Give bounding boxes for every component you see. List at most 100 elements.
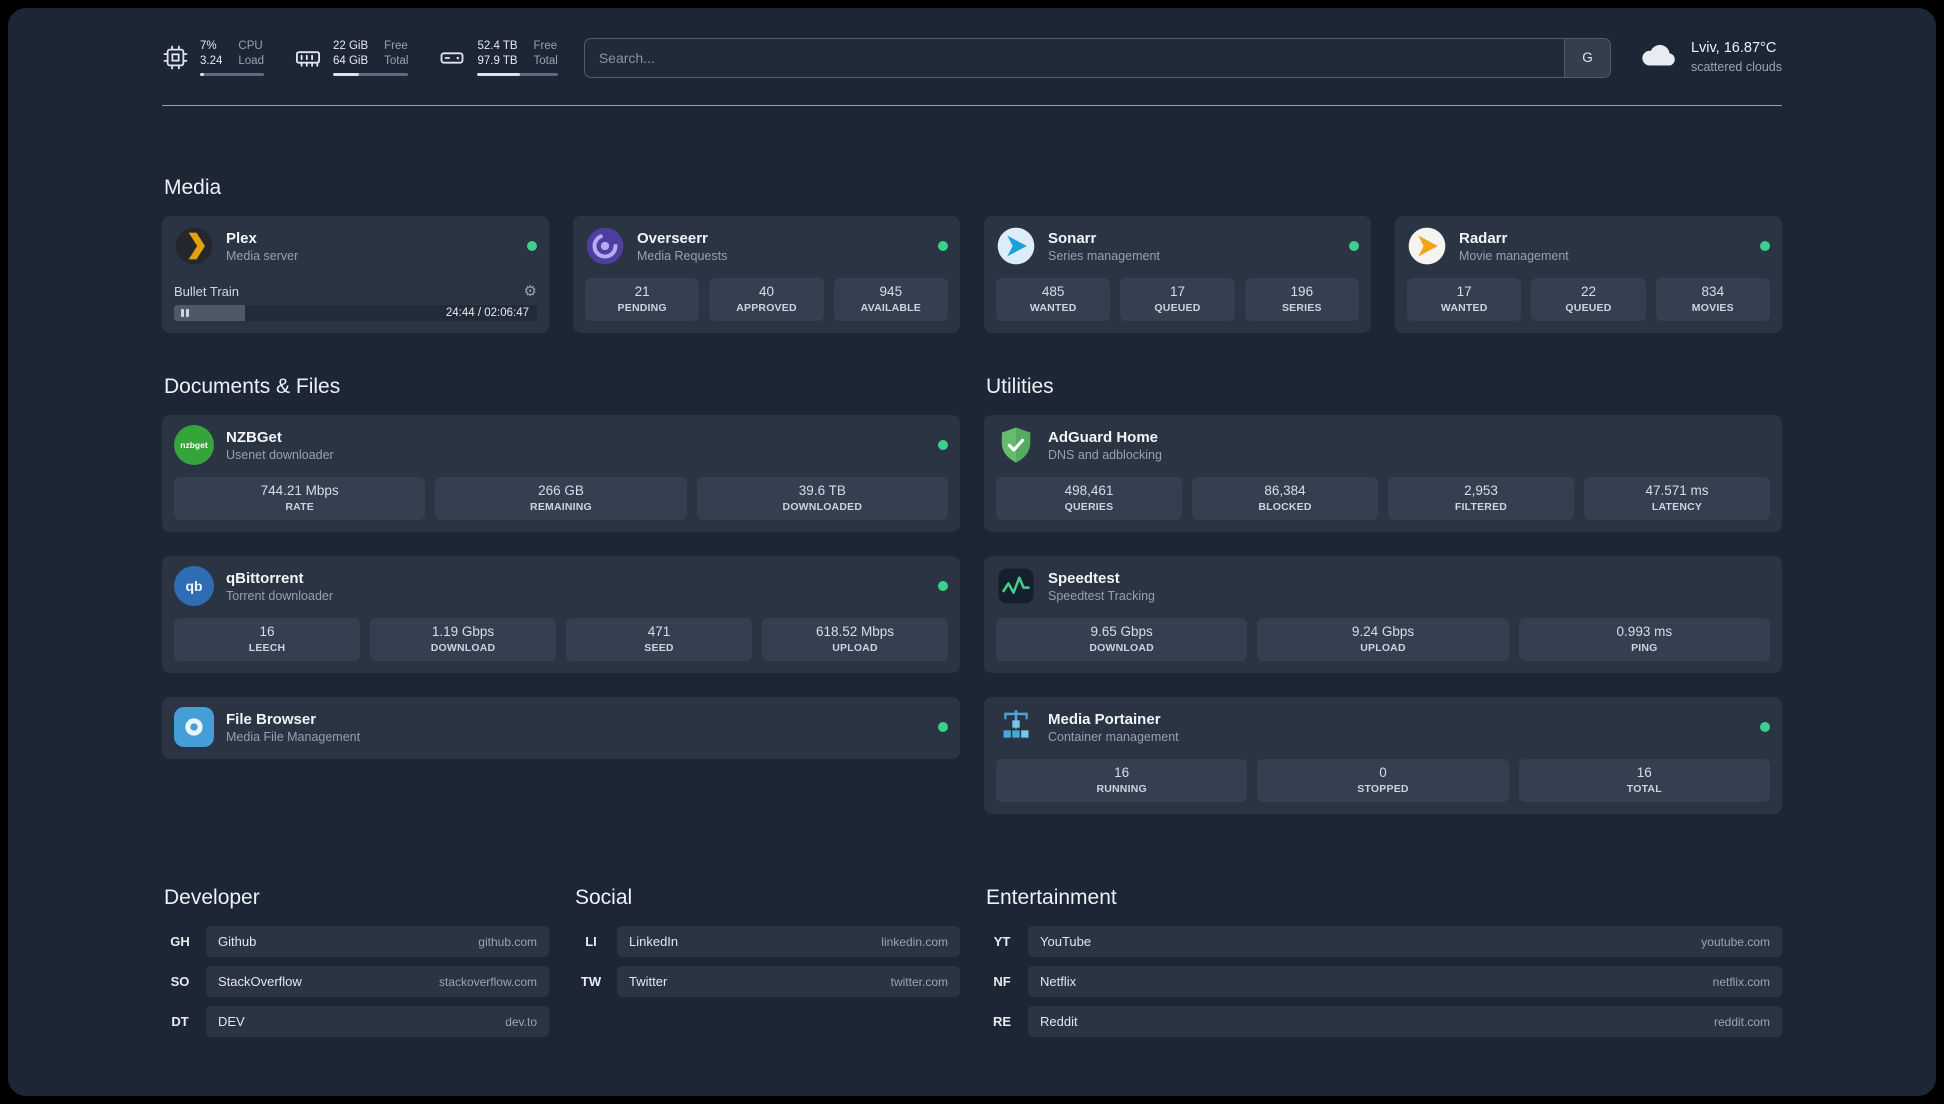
service-name: Plex <box>226 229 257 247</box>
stats-row: 17 WANTED 22 QUEUED 834 MOVIES <box>1407 278 1770 321</box>
bookmark-abbr: YT <box>993 934 1011 949</box>
service-name: Radarr <box>1459 229 1508 247</box>
service-name: File Browser <box>226 710 317 728</box>
search-input[interactable] <box>584 38 1564 77</box>
service-card-qbittorrent[interactable]: qb qBittorrent Torrent downloader 16 LEE… <box>162 556 960 673</box>
dashboard-panel: 7% 3.24 CPU Load 22 GiB 64 GiB Free Tota… <box>8 8 1936 1096</box>
bookmark-link[interactable]: Reddit reddit.com <box>1028 1006 1782 1037</box>
bookmark-group-entertainment: Entertainment YT YouTube youtube.com NF … <box>984 886 1782 1037</box>
service-card-overseerr[interactable]: Overseerr Media Requests 21 PENDING 40 A… <box>573 216 960 333</box>
bookmark-link[interactable]: Github github.com <box>206 926 549 957</box>
service-name: AdGuard Home <box>1048 428 1159 446</box>
bookmark-link[interactable]: StackOverflow stackoverflow.com <box>206 966 549 997</box>
memory-icon <box>294 44 322 72</box>
stats-row: 16 LEECH 1.19 Gbps DOWNLOAD 471 SEED 618… <box>174 618 948 661</box>
status-dot <box>938 581 948 591</box>
stat-movies: 834 MOVIES <box>1655 278 1770 321</box>
stat-rate: 744.21 Mbps RATE <box>174 477 426 520</box>
cpu-progress-bar <box>200 72 264 76</box>
cpu-load-value: 3.24 <box>200 55 223 67</box>
stat-downloaded: 39.6 TB DOWNLOADED <box>696 477 948 520</box>
bookmark-abbr: NF <box>993 974 1011 989</box>
status-dot <box>1349 241 1359 251</box>
service-card-sonarr[interactable]: Sonarr Series management 485 WANTED 17 Q… <box>984 216 1371 333</box>
service-card-radarr[interactable]: Radarr Movie management 17 WANTED 22 QUE… <box>1395 216 1782 333</box>
stat-blocked: 86,384 BLOCKED <box>1192 477 1378 520</box>
memory-widget: 22 GiB 64 GiB Free Total <box>294 39 409 76</box>
stat-leech: 16 LEECH <box>174 618 360 661</box>
bookmark-abbr: LI <box>585 934 597 949</box>
section-title-utilities: Utilities <box>986 375 1054 398</box>
stat-queued: 17 QUEUED <box>1120 278 1235 321</box>
bookmark-link[interactable]: DEV dev.to <box>206 1006 549 1037</box>
section-utilities: Utilities AdGuard Home DNS and adblockin… <box>984 375 1782 814</box>
dashboard-content: 7% 3.24 CPU Load 22 GiB 64 GiB Free Tota… <box>162 8 1782 1081</box>
filebrowser-icon <box>174 707 214 747</box>
weather-location: Lviv, 16.87°C <box>1690 40 1777 57</box>
radarr-icon <box>1407 226 1447 266</box>
disk-widget: 52.4 TB 97.9 TB Free Total <box>438 39 558 76</box>
bookmark-link[interactable]: Netflix netflix.com <box>1028 966 1782 997</box>
bookmark-abbr: GH <box>170 934 190 949</box>
service-card-nzbget[interactable]: nzbget NZBGet Usenet downloader 744.21 M… <box>162 415 960 532</box>
memory-free-label: Free <box>384 40 408 53</box>
stat-queries: 498,461 QUERIES <box>996 477 1182 520</box>
disk-widget-body: 52.4 TB 97.9 TB Free Total <box>477 39 558 76</box>
service-card-filebrowser[interactable]: File Browser Media File Management <box>162 697 960 759</box>
stat-pending: 21 PENDING <box>585 278 700 321</box>
pause-icon[interactable] <box>181 309 189 317</box>
now-playing-title: Bullet Train <box>174 284 240 299</box>
service-card-plex[interactable]: Plex Media server Bullet Train ⚙ 24:44 /… <box>162 216 549 333</box>
gear-icon[interactable]: ⚙ <box>524 284 537 299</box>
cpu-load-label: Load <box>238 55 264 67</box>
weather-widget: Lviv, 16.87°C scattered clouds <box>1637 34 1782 81</box>
stat-series: 196 SERIES <box>1244 278 1359 321</box>
section-media: Media Plex Media server Bullet Train ⚙ 2… <box>162 176 1782 333</box>
service-description: Usenet downloader <box>226 447 334 462</box>
stat-download: 9.65 Gbps DOWNLOAD <box>996 618 1248 661</box>
bookmark-link[interactable]: YouTube youtube.com <box>1028 926 1782 957</box>
playback-time: 24:44 / 02:06:47 <box>445 307 529 319</box>
memory-free-value: 22 GiB <box>332 40 369 53</box>
stat-filtered: 2,953 FILTERED <box>1388 477 1574 520</box>
cpu-label: CPU <box>238 40 263 53</box>
bookmark-group-social: Social LI LinkedIn linkedin.com TW Twitt… <box>573 886 960 997</box>
bookmark-link[interactable]: LinkedIn linkedin.com <box>617 926 960 957</box>
stat-seed: 471 SEED <box>566 618 752 661</box>
cpu-widget: 7% 3.24 CPU Load <box>162 39 264 76</box>
search-provider-button[interactable]: G <box>1563 38 1610 77</box>
service-card-adguard[interactable]: AdGuard Home DNS and adblocking 498,461 … <box>984 415 1782 532</box>
stats-row: 485 WANTED 17 QUEUED 196 SERIES <box>996 278 1359 321</box>
service-name: Sonarr <box>1048 229 1097 247</box>
bookmark-netflix: NF Netflix netflix.com <box>984 966 1782 997</box>
stat-wanted: 485 WANTED <box>996 278 1111 321</box>
status-dot <box>527 241 537 251</box>
service-description: Movie management <box>1459 248 1569 263</box>
service-card-portainer[interactable]: Media Portainer Container management 16 … <box>984 697 1782 814</box>
section-documents: Documents & Files nzbget NZBGet Usenet d… <box>162 375 960 759</box>
bookmark-github: GH Github github.com <box>162 926 549 957</box>
service-description: Media server <box>226 248 299 263</box>
stats-row: 21 PENDING 40 APPROVED 945 AVAILABLE <box>585 278 948 321</box>
status-dot <box>1760 241 1770 251</box>
stat-remaining: 266 GB REMAINING <box>435 477 687 520</box>
service-description: Media Requests <box>637 248 728 263</box>
speedtest-icon <box>996 566 1036 606</box>
bookmark-link[interactable]: Twitter twitter.com <box>617 966 960 997</box>
status-dot <box>938 440 948 450</box>
service-name: Overseerr <box>637 229 708 247</box>
service-description: Torrent downloader <box>226 588 334 603</box>
stat-total: 16 TOTAL <box>1518 759 1770 802</box>
resource-widgets: 7% 3.24 CPU Load 22 GiB 64 GiB Free Tota… <box>162 39 558 76</box>
now-playing: Bullet Train ⚙ 24:44 / 02:06:47 <box>174 275 537 321</box>
stat-latency: 47.571 ms LATENCY <box>1584 477 1770 520</box>
stat-approved: 40 APPROVED <box>709 278 824 321</box>
memory-total-value: 64 GiB <box>332 55 369 67</box>
bookmark-abbr: RE <box>992 1014 1012 1029</box>
service-card-speedtest[interactable]: Speedtest Speedtest Tracking 9.65 Gbps D… <box>984 556 1782 673</box>
stat-available: 945 AVAILABLE <box>833 278 948 321</box>
service-description: Speedtest Tracking <box>1048 588 1156 603</box>
bookmark-linkedin: LI LinkedIn linkedin.com <box>573 926 960 957</box>
search-box: G <box>583 37 1611 78</box>
disk-free-label: Free <box>533 40 558 53</box>
